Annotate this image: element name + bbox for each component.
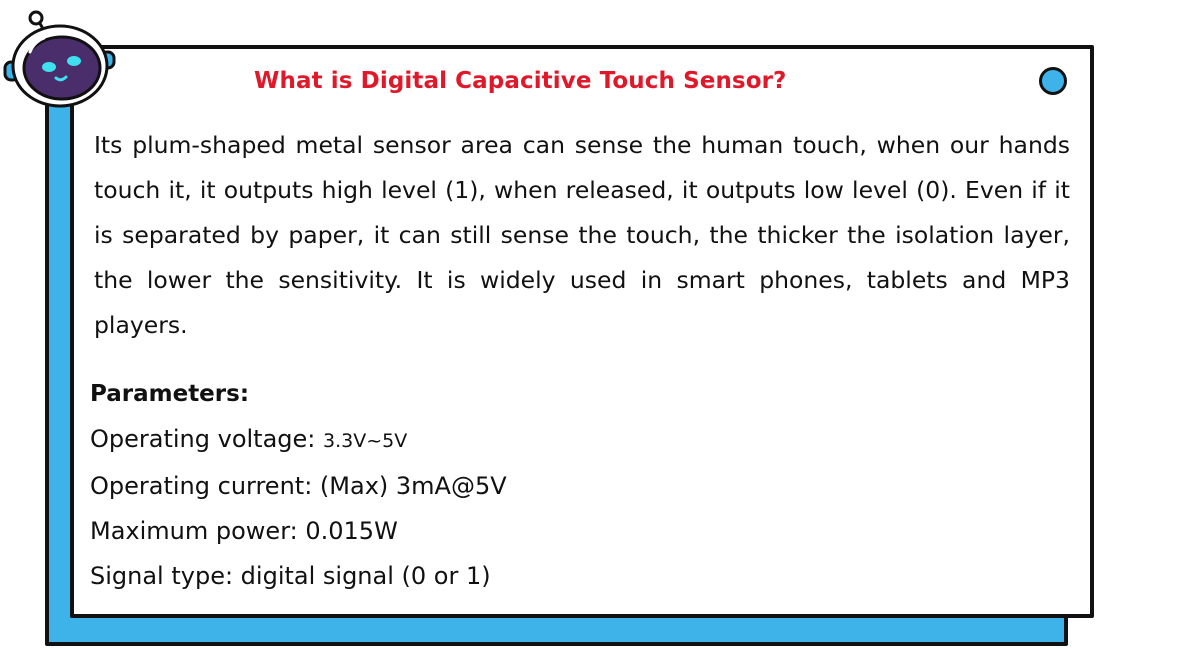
blue-dot-icon [1039, 67, 1067, 95]
parameters-section: Parameters: Operating voltage: 3.3V~5V O… [90, 371, 507, 599]
info-card: What is Digital Capacitive Touch Sensor?… [70, 45, 1094, 618]
param-current: Operating current: (Max) 3mA@5V [90, 472, 507, 500]
page: What is Digital Capacitive Touch Sensor?… [0, 0, 1194, 648]
robot-mascot-icon [3, 10, 116, 108]
description-text: Its plum-shaped metal sensor area can se… [94, 131, 1070, 339]
param-voltage-label: Operating voltage: [90, 425, 324, 453]
param-signal: Signal type: digital signal (0 or 1) [90, 562, 491, 590]
param-voltage-value: 3.3V~5V [323, 430, 408, 452]
param-voltage: Operating voltage: 3.3V~5V [90, 417, 507, 464]
card-title: What is Digital Capacitive Touch Sensor? [254, 68, 787, 94]
parameters-heading: Parameters: [90, 381, 250, 407]
param-power: Maximum power: 0.015W [90, 517, 398, 545]
